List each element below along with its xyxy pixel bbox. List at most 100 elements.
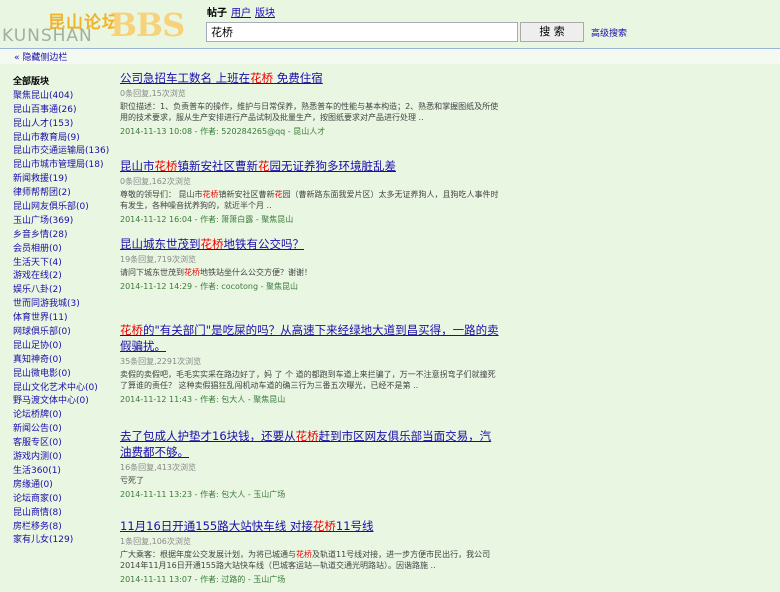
sidebar-item-label: 生活天下 <box>13 257 50 268</box>
sidebar-item-count: (0) <box>76 202 89 213</box>
text-segment: 昆山市 <box>120 159 155 173</box>
result-footer: 2014-11-13 10:08 - 作者: 520284265@qq - 昆山… <box>120 127 326 136</box>
sidebar-item[interactable]: 聚焦昆山(404) <box>13 90 113 104</box>
sidebar-item-count: (153) <box>49 118 74 129</box>
sidebar-item-label: 网球俱乐部 <box>13 327 59 338</box>
sidebar-item-label: 昆山商情 <box>13 507 50 518</box>
result-item: 昆山城东世茂到花桥地铁有公交吗？ 19条回复,719次浏览 请问下城东世茂到花桥地铁… <box>120 236 500 293</box>
sidebar-item-count: (0) <box>49 340 62 351</box>
sidebar-item[interactable]: 论坛桥牌(0) <box>13 409 113 423</box>
result-title-link[interactable]: 公司急招车工数名 上班在花桥 免费住宿 <box>120 70 500 86</box>
sidebar-item[interactable]: 房缘通(0) <box>13 479 113 493</box>
text-segment: 11月16日开通155路大站快车线 对接 <box>120 519 313 533</box>
sidebar-item[interactable]: 乡音乡情(28) <box>13 229 113 243</box>
sidebar-item[interactable]: 体育世界(11) <box>13 312 113 326</box>
search-tab-2[interactable]: 版块 <box>255 8 275 19</box>
keyword-highlight: 花桥 <box>312 519 336 533</box>
result-title-link[interactable]: 去了包成人护垫才16块钱，还要从花桥赶到市区网友俱乐部当面交易，汽油费都不够。 <box>120 428 500 460</box>
sidebar-item[interactable]: 昆山网友俱乐部(0) <box>13 201 113 215</box>
sidebar-item-label: 真知神奇 <box>13 354 50 365</box>
sidebar-item[interactable]: 昆山微电影(0) <box>13 368 113 382</box>
sidebar-item-label: 会员相册 <box>13 243 50 254</box>
sidebar-item[interactable]: 昆山人才(153) <box>13 118 113 132</box>
result-title-link[interactable]: 11月16日开通155路大站快车线 对接花桥11号线 <box>120 518 500 534</box>
text-segment: 园无证养狗多环境脏乱差 <box>269 159 397 173</box>
result-item: 公司急招车工数名 上班在花桥 免费住宿 0条回复,15次浏览 职位描述：1、负责普车… <box>120 70 500 138</box>
text-segment: 地铁站坐什么公交方便？谢谢！ <box>200 268 312 277</box>
sidebar-item[interactable]: 昆山市城市管理局(18) <box>13 159 113 173</box>
sidebar-item-label: 论坛桥牌 <box>13 410 50 421</box>
result-stats: 1条回复,106次浏览 <box>120 537 191 546</box>
text-segment: 广大乘客：根据年度公交发展计划，为将已城通与 <box>120 550 296 559</box>
sidebar-item[interactable]: 昆山足协(0) <box>13 340 113 354</box>
sidebar-item-label: 昆山网友俱乐部 <box>13 202 77 213</box>
sidebar-item[interactable]: 游戏在线(2) <box>13 270 113 284</box>
sidebar-item[interactable]: 昆山市教育局(9) <box>13 132 113 146</box>
keyword-highlight: 花桥 <box>295 429 319 443</box>
sidebar-item[interactable]: 真知神奇(0) <box>13 354 113 368</box>
result-footer: 2014-11-11 13:23 - 作者: 包大人 - 玉山广场 <box>120 490 286 499</box>
result-title-link[interactable]: 昆山城东世茂到花桥地铁有公交吗？ <box>120 236 500 252</box>
sidebar-item-count: (0) <box>49 424 62 435</box>
sidebar-item-label: 昆山市教育局 <box>13 132 68 143</box>
sidebar-item-count: (11) <box>49 313 68 324</box>
sidebar-item-count: (0) <box>58 368 71 379</box>
sidebar-item[interactable]: 野马渡文体中心(0) <box>13 395 113 409</box>
hide-sidebar-link[interactable]: « 隐藏侧边栏 <box>14 50 67 63</box>
keyword-highlight: 花桥 <box>296 550 312 559</box>
site-logo[interactable]: 昆山论坛 KUNSHAN BBS <box>0 6 200 46</box>
keyword-highlight: 花 <box>258 159 270 173</box>
result-item: 11月16日开通155路大站快车线 对接花桥11号线 1条回复,106次浏览广大乘… <box>120 518 500 586</box>
sidebar-item[interactable]: 会员相册(0) <box>13 243 113 257</box>
result-title-link[interactable]: 昆山市花桥镇新安社区曹新花园无证养狗多环境脏乱差 <box>120 158 500 174</box>
result-item: 花桥的"有关部门"是吃屎的吗？从高速下来经绿地大道到昌买得，一路的卖假骗扰。 35… <box>120 322 500 406</box>
sidebar-item-count: (9) <box>67 132 80 143</box>
sidebar-item-label: 家有儿女 <box>13 535 50 546</box>
sidebar-item[interactable]: 生活360(1) <box>13 465 113 479</box>
sidebar-item-label: 昆山百事通 <box>13 104 59 115</box>
search-tab-0[interactable]: 帖子 <box>207 8 227 19</box>
text-segment: 亏死了 <box>120 476 144 485</box>
sidebar-item-label: 房栏移务 <box>13 521 50 532</box>
sidebar-item[interactable]: 昆山市交通运输局(136) <box>13 145 113 159</box>
search-input[interactable] <box>206 22 518 42</box>
sidebar-item-count: (2) <box>49 271 62 282</box>
sidebar-item-label: 聚焦昆山 <box>13 90 50 101</box>
sidebar-item[interactable]: 昆山商情(8) <box>13 507 113 521</box>
sidebar-item[interactable]: 昆山百事通(26) <box>13 104 113 118</box>
sidebar-item[interactable]: 客服专区(0) <box>13 437 113 451</box>
sidebar-item-label: 昆山市城市管理局 <box>13 160 86 171</box>
sidebar-item-count: (19) <box>49 174 68 185</box>
sidebar-item-count: (404) <box>49 90 74 101</box>
text-segment: 免费住宿 <box>273 71 323 85</box>
result-title-link[interactable]: 花桥的"有关部门"是吃屎的吗？从高速下来经绿地大道到昌买得，一路的卖假骗扰。 <box>120 322 500 354</box>
search-tab-1[interactable]: 用户 <box>231 8 251 19</box>
sidebar-item-count: (369) <box>49 215 74 226</box>
text-segment: 镇新安社区曹新 <box>177 159 259 173</box>
text-segment: 镇新安社区曹新 <box>218 190 275 199</box>
logo-bbs: BBS <box>110 6 185 44</box>
sidebar-item[interactable]: 新闻公告(0) <box>13 423 113 437</box>
sidebar-item[interactable]: 游戏内测(0) <box>13 451 113 465</box>
sidebar-item[interactable]: 律师帮帮团(2) <box>13 187 113 201</box>
search-button[interactable]: 搜 索 <box>520 22 584 42</box>
sidebar-item-label: 生活360 <box>13 465 49 476</box>
sidebar-item[interactable]: 房栏移务(8) <box>13 521 113 535</box>
sidebar-item[interactable]: 世而同游我城(3) <box>13 298 113 312</box>
sidebar-item[interactable]: 生活天下(4) <box>13 257 113 271</box>
sidebar-item[interactable]: 网球俱乐部(0) <box>13 326 113 340</box>
advanced-search-link[interactable]: 高级搜索 <box>591 26 627 39</box>
sidebar-item[interactable]: 新闻救援(19) <box>13 173 113 187</box>
sidebar-item-label: 律师帮帮团 <box>13 188 59 199</box>
sidebar-item[interactable]: 昆山文化艺术中心(0) <box>13 382 113 396</box>
sidebar-item-count: (2) <box>58 188 71 199</box>
sidebar-item-label: 游戏内测 <box>13 452 50 463</box>
sidebar-item[interactable]: 娱乐八卦(2) <box>13 284 113 298</box>
sidebar-item-label: 娱乐八卦 <box>13 285 50 296</box>
sidebar-item[interactable]: 论坛商家(0) <box>13 493 113 507</box>
sidebar-item[interactable]: 家有儿女(129) <box>13 534 113 548</box>
keyword-highlight: 花桥 <box>200 237 224 251</box>
sidebar-item[interactable]: 玉山广场(369) <box>13 215 113 229</box>
sidebar-item-label: 房缘通 <box>13 479 41 490</box>
sidebar-item-label: 昆山文化艺术中心 <box>13 382 86 393</box>
